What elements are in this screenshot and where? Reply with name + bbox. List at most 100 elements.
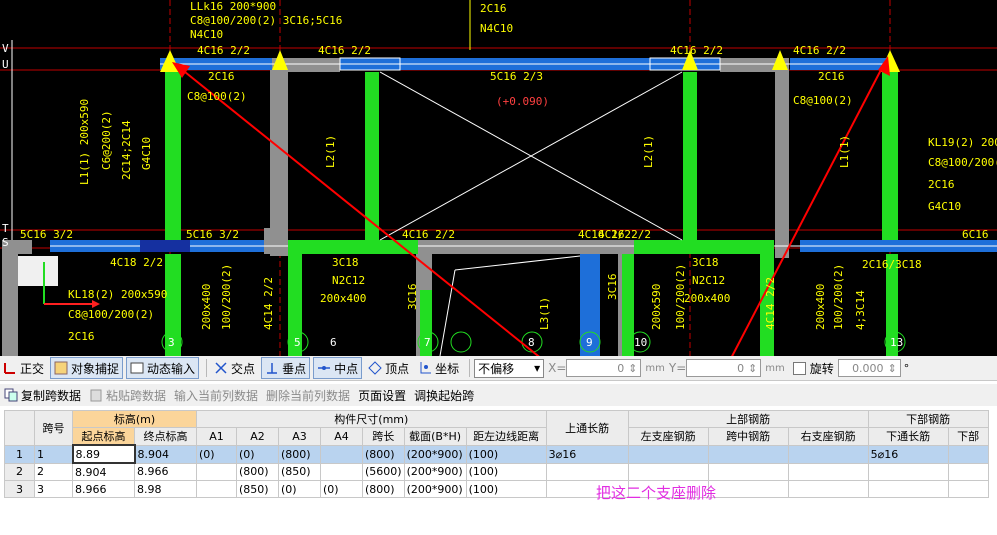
top-through-header[interactable]: 上通长筋 [545,410,629,446]
start-elev-header[interactable]: 起点标高 [72,427,135,446]
cad-label: N2C12 [692,274,725,287]
cell-distance[interactable]: (100) [465,462,547,481]
cell-span[interactable]: 2 [34,462,73,481]
elevation-group-header[interactable]: 标高(m) [72,410,197,428]
cell-right-support[interactable] [787,480,869,498]
table-row[interactable]: 3 3 8.966 8.98 (850) (0) (0) (800) (200*… [4,480,989,498]
rotate-checkbox[interactable] [792,361,806,375]
cell-bottom[interactable] [947,444,989,464]
vertex-snap[interactable]: 顶点 [365,358,412,378]
page-setup-button[interactable]: 页面设置 [354,387,410,404]
cell-end-elev[interactable]: 8.966 [134,462,197,481]
cell-distance[interactable]: (100) [465,444,547,464]
bottom-header[interactable]: 下部 [947,427,989,446]
cell-mid-span[interactable] [707,444,789,464]
cell-a2[interactable]: (850) [236,480,279,498]
ucs-x-arrow [92,300,100,308]
rotate-input[interactable]: 0.000 ⇕ [837,359,901,377]
cell-left-support[interactable] [627,462,709,481]
x-input[interactable]: 0 ⇕ [566,359,642,377]
cell-bottom[interactable] [947,462,989,481]
cell-mid-span[interactable] [707,462,789,481]
dynamic-input-toggle[interactable]: 动态输入 [126,357,200,379]
cell-a4[interactable] [320,462,363,481]
cell-section[interactable]: (200*900) [403,462,467,481]
cell-right-support[interactable] [787,462,869,481]
cad-label: 4C16 2/2 [402,228,455,241]
cell-section[interactable]: (200*900) [403,444,467,464]
input-column-button[interactable]: 输入当前列数据 [170,387,262,404]
cell-length[interactable]: (800) [362,444,405,464]
cell-a2[interactable]: (800) [236,462,279,481]
top-rebar-group-header[interactable]: 上部钢筋 [627,410,869,428]
perpendicular-snap[interactable]: 垂点 [261,357,311,379]
left-support-rebar-header[interactable]: 左支座钢筋 [627,427,709,446]
y-input[interactable]: 0 ⇕ [686,359,762,377]
delete-column-button[interactable]: 删除当前列数据 [262,387,354,404]
swap-start-span-button[interactable]: 调换起始跨 [410,387,478,404]
ortho-toggle[interactable]: 正交 [0,358,47,378]
mid-span-rebar-header[interactable]: 跨中钢筋 [707,427,789,446]
cad-label: C8@100(2) [187,90,247,103]
cell-top-through[interactable] [545,462,629,481]
left-distance-header[interactable]: 距左边线距离 [465,427,547,446]
cell-bottom[interactable] [947,480,989,498]
cad-drawing-canvas[interactable]: LLk16 200*900 C8@100/200(2) 3C16;5C16 N4C1… [0,0,997,356]
bottom-through-header[interactable]: 下通长筋 [867,427,949,446]
offset-mode-select[interactable]: 不偏移 ▾ [474,358,545,378]
cell-length[interactable]: (5600) [362,462,405,481]
wall [2,240,18,356]
cell-a3[interactable]: (0) [278,480,321,498]
cell-a1[interactable] [196,462,237,481]
cell-bottom-through[interactable] [867,462,949,481]
span-header[interactable]: 跨号 [34,410,73,446]
cell-left-support[interactable] [627,444,709,464]
cell-top-through[interactable]: 3⌀16 [545,444,629,464]
cell-a1[interactable] [196,480,237,498]
intersection-icon [214,361,228,375]
copy-span-button[interactable]: 复制跨数据 [0,387,85,404]
table-row[interactable]: 1 1 8.89 8.904 (0) (0) (800) (800) (200*… [4,444,989,464]
cell-a1[interactable]: (0) [196,444,237,464]
cell-start-elev[interactable]: 8.966 [72,480,135,498]
cell-start-elev[interactable]: 8.904 [72,462,135,481]
cell-bottom-through[interactable]: 5⌀16 [867,444,949,464]
cell-a2[interactable]: (0) [236,444,279,464]
cell-mid-span[interactable] [707,480,789,498]
cell-right-support[interactable] [787,444,869,464]
cell-start-elev[interactable]: 8.89 [71,444,136,464]
cell-span[interactable]: 3 [34,480,73,498]
cell-end-elev[interactable]: 8.98 [134,480,197,498]
span-length-header[interactable]: 跨长 [362,427,405,446]
cell-a4[interactable] [320,444,363,464]
paste-span-button[interactable]: 粘贴跨数据 [85,387,170,404]
size-group-header[interactable]: 构件尺寸(mm) [196,410,547,428]
coordinate-snap[interactable]: 坐标 [415,358,462,378]
cell-length[interactable]: (800) [362,480,405,498]
section-header[interactable]: 截面(B*H) [403,427,467,446]
cell-end-elev[interactable]: 8.904 [134,444,197,464]
a3-header[interactable]: A3 [278,427,321,446]
right-support-rebar-header[interactable]: 右支座钢筋 [787,427,869,446]
object-snap-toggle[interactable]: 对象捕捉 [50,357,124,379]
a4-header[interactable]: A4 [320,427,363,446]
midpoint-snap[interactable]: 中点 [313,357,363,379]
dynamic-input-label: 动态输入 [147,361,196,376]
a1-header[interactable]: A1 [196,427,237,446]
table-row[interactable]: 2 2 8.904 8.966 (800) (850) (5600) (200*… [4,462,989,481]
cell-section[interactable]: (200*900) [403,480,467,498]
cell-a4[interactable]: (0) [320,480,363,498]
a2-header[interactable]: A2 [236,427,279,446]
cell-bottom-through[interactable] [867,480,949,498]
separator [206,359,208,377]
cad-label: 200x590 [650,284,663,330]
cell-a3[interactable]: (850) [278,462,321,481]
cell-span[interactable]: 1 [34,444,73,464]
cad-label: C8@100(2) [793,94,853,107]
y-unit: mm [765,362,785,374]
cell-distance[interactable]: (100) [465,480,547,498]
cell-a3[interactable]: (800) [278,444,321,464]
end-elev-header[interactable]: 终点标高 [134,427,197,446]
intersection-snap[interactable]: 交点 [211,358,258,378]
bottom-rebar-group-header[interactable]: 下部钢筋 [867,410,989,428]
